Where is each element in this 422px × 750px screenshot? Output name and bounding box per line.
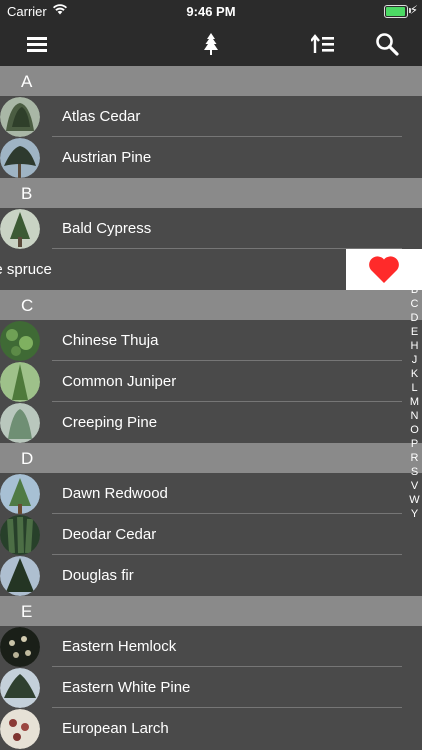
section-header-c: C <box>0 290 422 320</box>
tree-name: Chinese Thuja <box>62 332 159 349</box>
index-letter[interactable]: W <box>409 493 419 507</box>
sort-icon[interactable] <box>306 22 340 66</box>
list-item[interactable]: Bald Cypress <box>0 208 422 249</box>
index-letter[interactable]: D <box>411 311 419 325</box>
index-letter[interactable]: M <box>410 395 419 409</box>
section-header-b: B <box>0 178 422 208</box>
charging-icon: ⚡ <box>409 3 418 17</box>
list-item[interactable]: Dawn Redwood <box>0 473 422 514</box>
index-letter[interactable]: S <box>411 465 418 479</box>
list-item[interactable]: Eastern White Pine <box>0 667 422 708</box>
tree-photo <box>0 515 40 555</box>
heart-icon <box>369 256 399 283</box>
tree-name: Common Juniper <box>62 373 177 390</box>
tree-name: Eastern White Pine <box>62 679 191 696</box>
tree-photo <box>0 668 40 708</box>
index-letter[interactable]: P <box>411 437 418 451</box>
tree-name: Creeping Pine <box>62 414 158 431</box>
tree-photo <box>0 709 40 749</box>
menu-icon[interactable] <box>22 22 52 66</box>
tree-photo <box>0 362 40 402</box>
index-letter[interactable]: J <box>412 353 418 367</box>
index-letter[interactable]: H <box>411 339 419 353</box>
tree-photo <box>0 138 40 178</box>
battery-icon <box>384 5 408 18</box>
index-letter[interactable]: Y <box>411 507 418 521</box>
section-letter: E <box>21 602 33 621</box>
list-item[interactable]: Douglas fir <box>0 555 422 596</box>
index-letter[interactable]: O <box>410 423 419 437</box>
section-letter: D <box>21 449 34 468</box>
tree-name: Bald Cypress <box>62 220 152 237</box>
list-item[interactable]: Deodar Cedar <box>0 514 422 555</box>
index-letter[interactable]: R <box>411 451 419 465</box>
index-letter[interactable]: L <box>411 381 417 395</box>
section-header-a: A <box>0 66 422 96</box>
index-letter[interactable]: E <box>411 325 418 339</box>
section-letter: C <box>21 296 34 315</box>
list-item[interactable]: Atlas Cedar <box>0 96 422 137</box>
section-header-e: E <box>0 596 422 626</box>
index-letter[interactable]: N <box>411 409 419 423</box>
list-item[interactable]: European Larch <box>0 708 422 749</box>
status-bar: Carrier 9:46 PM ⚡ <box>0 0 422 22</box>
section-letter: A <box>21 72 33 91</box>
tree-name: Douglas fir <box>62 567 134 584</box>
tree-photo <box>0 209 40 249</box>
tree-name: ue spruce <box>0 261 52 278</box>
alphabet-index[interactable]: B C D E H J K L M N O P R S V W Y <box>407 283 422 521</box>
clock: 9:46 PM <box>186 4 236 19</box>
section-header-d: D <box>0 443 422 473</box>
tree-list: A Atlas Cedar Austrian Pine B Bald Cypre… <box>0 66 422 749</box>
index-letter[interactable]: V <box>411 479 418 493</box>
tree-photo <box>0 97 40 137</box>
index-letter[interactable]: K <box>411 367 418 381</box>
tree-name: Atlas Cedar <box>62 108 141 125</box>
tree-photo <box>0 403 40 443</box>
list-item[interactable]: Eastern Hemlock <box>0 626 422 667</box>
tree-name: Eastern Hemlock <box>62 638 177 655</box>
tree-name: Austrian Pine <box>62 149 152 166</box>
index-letter[interactable]: C <box>411 297 419 311</box>
list-item[interactable]: Chinese Thuja <box>0 320 422 361</box>
tree-photo <box>0 321 40 361</box>
search-icon[interactable] <box>370 22 404 66</box>
index-letter[interactable]: B <box>411 283 418 297</box>
tree-name: Deodar Cedar <box>62 526 157 543</box>
section-letter: B <box>21 184 33 203</box>
tree-name: European Larch <box>62 720 169 737</box>
tree-name: Dawn Redwood <box>62 485 168 502</box>
list-item[interactable]: Common Juniper <box>0 361 422 402</box>
list-item[interactable]: Austrian Pine <box>0 137 422 178</box>
list-item-swiped[interactable]: ue spruce <box>0 249 422 290</box>
list-item[interactable]: Creeping Pine <box>0 402 422 443</box>
tree-photo <box>0 556 40 596</box>
tree-photo <box>0 474 40 514</box>
tree-icon[interactable] <box>196 22 226 66</box>
nav-bar <box>0 22 422 66</box>
tree-photo <box>0 627 40 667</box>
